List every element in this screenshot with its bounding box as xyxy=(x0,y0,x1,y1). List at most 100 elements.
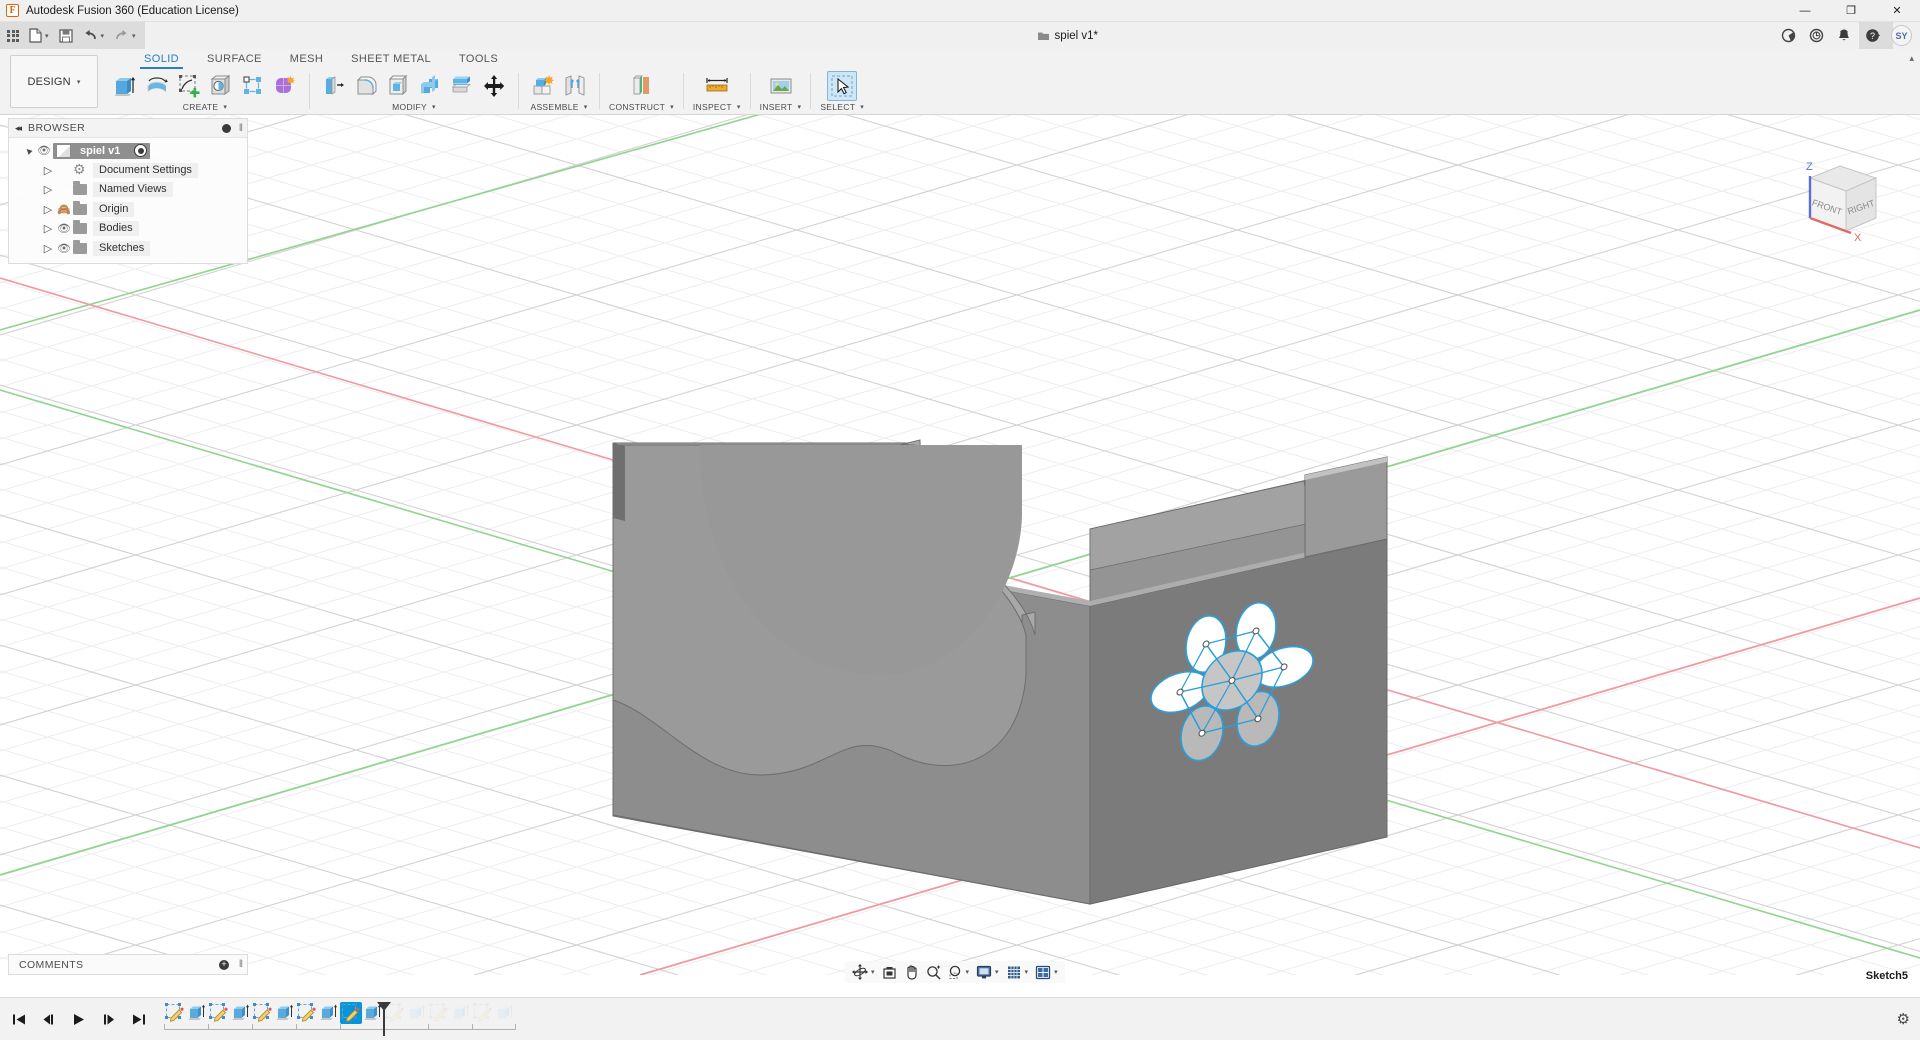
extrude-feature[interactable] xyxy=(494,1002,516,1024)
display-settings-caret-icon[interactable]: ▾ xyxy=(995,968,999,976)
fillet-icon[interactable] xyxy=(351,71,381,101)
tree-row-origin[interactable]: ▷ 🙈 Origin xyxy=(9,200,247,220)
app-grid-icon[interactable] xyxy=(2,22,24,49)
offset-plane-icon[interactable] xyxy=(626,71,656,101)
panel-select-label[interactable]: SELECT ▾ xyxy=(820,102,864,112)
save-icon[interactable] xyxy=(54,22,78,49)
create-sketch-icon[interactable] xyxy=(174,71,204,101)
recent-icon[interactable] xyxy=(1802,22,1830,49)
comments-panel[interactable]: COMMENTS + ‖ xyxy=(8,954,248,975)
browser-grip-icon[interactable]: ‖ xyxy=(239,123,243,134)
tree-row-bodies[interactable]: ▷ 👁 Bodies xyxy=(9,219,247,239)
extrude-feature[interactable] xyxy=(318,1002,340,1024)
orbit-icon[interactable]: ▾ xyxy=(849,962,878,982)
user-avatar[interactable]: SY xyxy=(1891,25,1912,46)
grid-snaps-caret-icon[interactable]: ▾ xyxy=(1025,968,1029,976)
expander-icon[interactable]: ▷ xyxy=(41,183,55,196)
step-forward-icon[interactable] xyxy=(100,1009,118,1029)
root-selected-chip[interactable]: spiel v1 xyxy=(53,142,151,159)
offset-face-icon[interactable] xyxy=(447,71,477,101)
extrude-icon[interactable] xyxy=(110,71,140,101)
eye-hidden-icon[interactable]: 🙈 xyxy=(55,203,73,216)
skip-end-icon[interactable] xyxy=(130,1009,148,1029)
sketch-feature[interactable] xyxy=(296,1002,318,1024)
skip-start-icon[interactable] xyxy=(10,1009,28,1029)
panel-modify-label[interactable]: MODIFY ▾ xyxy=(392,102,436,112)
eye-visible-icon[interactable]: 👁 xyxy=(55,222,73,235)
browser-header[interactable]: ◂◂ BROWSER ‖ xyxy=(9,119,247,138)
root-eye-icon[interactable]: 👁 xyxy=(35,144,53,157)
tab-solid[interactable]: SOLID xyxy=(130,51,193,69)
revolve-icon[interactable] xyxy=(142,71,172,101)
form-icon[interactable] xyxy=(270,71,300,101)
expander-icon[interactable]: ▷ xyxy=(41,222,55,235)
sketch-feature[interactable] xyxy=(472,1002,494,1024)
rectangular-pattern-icon[interactable] xyxy=(238,71,268,101)
panel-insert-label[interactable]: INSERT ▾ xyxy=(760,102,802,112)
tree-row-sketches[interactable]: ▷ 👁 Sketches xyxy=(9,239,247,259)
workspace-switcher[interactable]: DESIGN ▾ xyxy=(10,55,98,108)
step-back-icon[interactable] xyxy=(40,1009,58,1029)
expander-icon[interactable]: ▷ xyxy=(41,203,55,216)
expander-icon[interactable]: ▷ xyxy=(41,242,55,255)
sketch-feature[interactable] xyxy=(428,1002,450,1024)
hole-icon[interactable] xyxy=(206,71,236,101)
browser-pin-icon[interactable] xyxy=(222,123,231,133)
document-tab[interactable]: spiel v1* xyxy=(1024,22,1111,49)
viewports-caret-icon[interactable]: ▾ xyxy=(1054,968,1058,976)
press-pull-icon[interactable] xyxy=(319,71,349,101)
sketch-feature[interactable] xyxy=(340,1002,362,1024)
view-cube[interactable]: FRONT RIGHT Z X xyxy=(1778,148,1898,258)
panel-create-label[interactable]: CREATE ▾ xyxy=(183,102,227,112)
undo-icon[interactable]: ▾ xyxy=(78,22,110,49)
new-file-icon[interactable]: ▾ xyxy=(24,22,54,49)
expander-icon[interactable]: ▷ xyxy=(41,164,55,177)
minimize-button[interactable]: — xyxy=(1782,0,1828,22)
activate-radio-icon[interactable] xyxy=(134,144,148,158)
select-arrow-icon[interactable] xyxy=(827,71,858,101)
display-settings-icon[interactable]: ▾ xyxy=(973,962,1002,982)
close-button[interactable]: ✕ xyxy=(1874,0,1920,22)
move-copy-icon[interactable] xyxy=(479,71,509,101)
add-comment-icon[interactable]: + xyxy=(219,959,229,970)
tree-row-root[interactable]: ◂ 👁 spiel v1 xyxy=(9,141,247,161)
extrude-feature[interactable] xyxy=(450,1002,472,1024)
redo-icon[interactable]: ▾ xyxy=(109,22,141,49)
timeline-track[interactable] xyxy=(164,1002,516,1036)
tab-sheet-metal[interactable]: SHEET METAL xyxy=(337,51,445,69)
extrude-feature[interactable] xyxy=(274,1002,296,1024)
sketch-feature[interactable] xyxy=(208,1002,230,1024)
sketch-feature[interactable] xyxy=(252,1002,274,1024)
ribbon-collapse-icon[interactable]: ▴ xyxy=(1909,53,1914,64)
help-icon[interactable]: ? xyxy=(1858,22,1886,49)
new-file-caret[interactable]: ▾ xyxy=(45,32,49,40)
sketch-feature[interactable] xyxy=(164,1002,186,1024)
insert-image-icon[interactable] xyxy=(766,71,796,101)
tree-row-named-views[interactable]: ▷ Named Views xyxy=(9,180,247,200)
browser-collapse-icon[interactable]: ◂◂ xyxy=(15,123,22,134)
pan-hand-icon[interactable] xyxy=(901,962,922,982)
panel-construct-label[interactable]: CONSTRUCT ▾ xyxy=(609,102,674,112)
undo-caret[interactable]: ▾ xyxy=(101,32,105,40)
grid-snaps-icon[interactable]: ▾ xyxy=(1003,962,1032,982)
zoom-window-caret-icon[interactable]: ▾ xyxy=(966,968,970,976)
timeline-settings-icon[interactable]: ⚙ xyxy=(1897,1010,1910,1028)
play-icon[interactable] xyxy=(70,1009,88,1029)
extrude-feature[interactable] xyxy=(186,1002,208,1024)
orbit-caret-icon[interactable]: ▾ xyxy=(871,968,875,976)
panel-inspect-label[interactable]: INSPECT ▾ xyxy=(693,102,741,112)
extrude-feature[interactable] xyxy=(230,1002,252,1024)
panel-assemble-label[interactable]: ASSEMBLE ▾ xyxy=(530,102,587,112)
tab-tools[interactable]: TOOLS xyxy=(445,51,512,69)
zoom-window-icon[interactable]: ▾ xyxy=(945,962,973,982)
new-component-icon[interactable] xyxy=(528,71,558,101)
tab-surface[interactable]: SURFACE xyxy=(193,51,276,69)
tree-row-document-settings[interactable]: ▷ ⚙ Document Settings xyxy=(9,161,247,181)
shell-icon[interactable] xyxy=(383,71,413,101)
joint-icon[interactable] xyxy=(560,71,590,101)
viewport-canvas[interactable] xyxy=(0,115,1920,975)
comments-grip-icon[interactable]: ‖ xyxy=(239,959,243,970)
extrude-feature[interactable] xyxy=(406,1002,428,1024)
combine-icon[interactable] xyxy=(415,71,445,101)
zoom-icon[interactable] xyxy=(923,962,944,982)
